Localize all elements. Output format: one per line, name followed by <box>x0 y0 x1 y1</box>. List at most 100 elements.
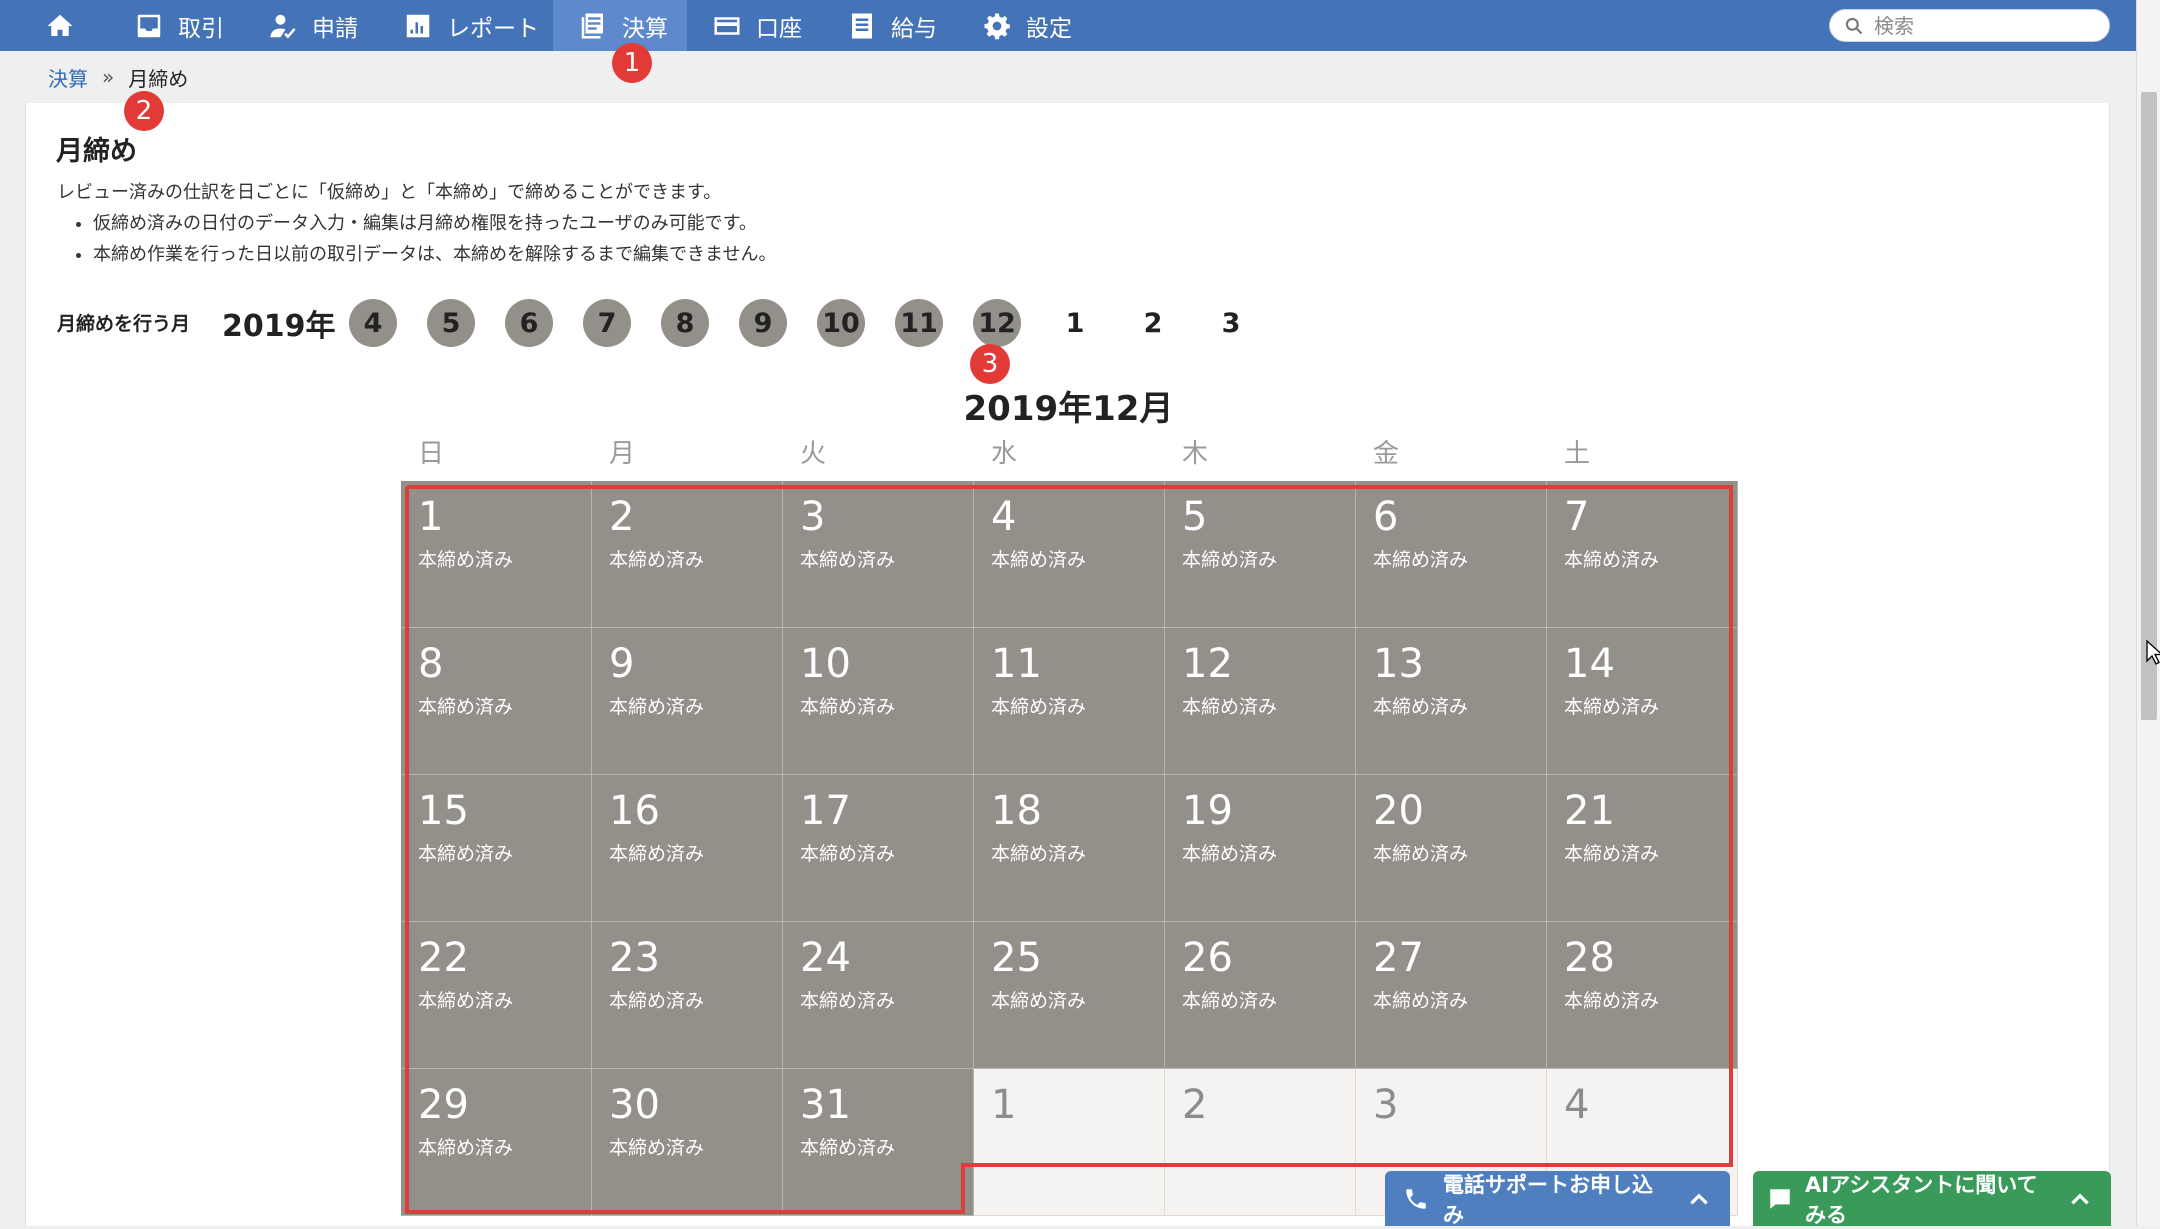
nav-label: 給与 <box>891 15 937 42</box>
weekday-header: 水 <box>991 439 1018 469</box>
month-2-button[interactable]: 2 <box>1129 299 1177 347</box>
phone-support-button[interactable]: 電話サポートお申し込み <box>1385 1171 1730 1227</box>
day-number: 22 <box>418 935 469 981</box>
month-9-button[interactable]: 9 <box>739 299 787 347</box>
calendar-day-cell[interactable]: 25 本締め済み <box>974 922 1165 1069</box>
breadcrumb-parent-link[interactable]: 決算 <box>48 63 88 92</box>
day-status: 本締め済み <box>1373 549 1469 571</box>
calendar-day-cell[interactable]: 21 本締め済み <box>1547 775 1738 922</box>
month-3-button[interactable]: 3 <box>1207 299 1255 347</box>
day-number: 14 <box>1564 641 1615 687</box>
calendar-day-cell[interactable]: 31 本締め済み <box>783 1069 974 1216</box>
day-number: 3 <box>1373 1082 1399 1128</box>
next-month-day-cell[interactable]: 1 <box>974 1069 1165 1216</box>
day-number: 1 <box>991 1082 1017 1128</box>
nav-shinsei[interactable]: 申請 <box>268 0 358 51</box>
month-12-button[interactable]: 12 <box>973 299 1021 347</box>
nav-torihiki[interactable]: 取引 <box>134 0 224 51</box>
mouse-cursor-icon <box>2146 640 2160 665</box>
page-title: 月締め <box>56 136 137 167</box>
annotation-badge-3: 3 <box>970 344 1010 384</box>
calendar-day-cell[interactable]: 10 本締め済み <box>783 628 974 775</box>
day-status: 本締め済み <box>991 990 1087 1012</box>
search-input[interactable] <box>1874 13 2094 38</box>
calendar-day-cell[interactable]: 17 本締め済み <box>783 775 974 922</box>
day-number: 10 <box>800 641 851 687</box>
calendar-day-cell[interactable]: 28 本締め済み <box>1547 922 1738 1069</box>
day-number: 23 <box>609 935 660 981</box>
day-status: 本締め済み <box>800 990 896 1012</box>
day-number: 15 <box>418 788 469 834</box>
bar-chart-icon <box>406 14 430 37</box>
calendar-day-cell[interactable]: 26 本締め済み <box>1165 922 1356 1069</box>
calendar-day-cell[interactable]: 7 本締め済み <box>1547 481 1738 628</box>
calendar-day-cell[interactable]: 27 本締め済み <box>1356 922 1547 1069</box>
calendar-day-cell[interactable]: 15 本締め済み <box>401 775 592 922</box>
annotation-badge-1: 1 <box>612 43 652 83</box>
calendar-day-cell[interactable]: 1 本締め済み <box>401 481 592 628</box>
calendar-day-cell[interactable]: 20 本締め済み <box>1356 775 1547 922</box>
calendar-day-cell[interactable]: 18 本締め済み <box>974 775 1165 922</box>
calendar-day-cell[interactable]: 13 本締め済み <box>1356 628 1547 775</box>
month-8-button[interactable]: 8 <box>661 299 709 347</box>
calendar-day-cell[interactable]: 22 本締め済み <box>401 922 592 1069</box>
calendar-day-cell[interactable]: 14 本締め済み <box>1547 628 1738 775</box>
breadcrumb-current: 月締め <box>128 66 189 91</box>
month-11-button[interactable]: 11 <box>895 299 943 347</box>
day-number: 16 <box>609 788 660 834</box>
calendar-day-cell[interactable]: 5 本締め済み <box>1165 481 1356 628</box>
day-status: 本締め済み <box>609 696 705 718</box>
weekday-header: 木 <box>1182 439 1209 469</box>
day-number: 17 <box>800 788 851 834</box>
calendar-day-cell[interactable]: 12 本締め済み <box>1165 628 1356 775</box>
nav-settei[interactable]: 設定 <box>982 0 1072 51</box>
nav-report[interactable]: レポート <box>403 0 539 51</box>
day-number: 9 <box>609 641 635 687</box>
description-text: レビュー済みの仕訳を日ごとに「仮締め」と「本締め」で締めることができます。 <box>57 182 722 203</box>
nav-kessan[interactable]: 決算 <box>553 0 687 51</box>
calendar-day-cell[interactable]: 19 本締め済み <box>1165 775 1356 922</box>
calendar-day-cell[interactable]: 24 本締め済み <box>783 922 974 1069</box>
breadcrumb: 決算 » 月締め <box>25 51 2110 103</box>
phone-icon <box>1406 1188 1426 1209</box>
calendar-day-cell[interactable]: 6 本締め済み <box>1356 481 1547 628</box>
nav-kyuyo[interactable]: 給与 <box>847 0 937 51</box>
calendar-day-cell[interactable]: 16 本締め済み <box>592 775 783 922</box>
day-number: 20 <box>1373 788 1424 834</box>
nav-kouza[interactable]: 口座 <box>712 0 802 51</box>
day-status: 本締め済み <box>800 549 896 571</box>
day-status: 本締め済み <box>609 843 705 865</box>
breadcrumb-separator: » <box>102 65 115 89</box>
calendar-day-cell[interactable]: 11 本締め済み <box>974 628 1165 775</box>
vertical-scrollbar[interactable] <box>2136 0 2160 1226</box>
month-5-button[interactable]: 5 <box>427 299 475 347</box>
day-number: 27 <box>1373 935 1424 981</box>
day-number: 4 <box>991 494 1017 540</box>
month-10-button[interactable]: 10 <box>817 299 865 347</box>
calendar-day-cell[interactable]: 3 本締め済み <box>783 481 974 628</box>
month-4-button[interactable]: 4 <box>349 299 397 347</box>
calendar-day-cell[interactable]: 9 本締め済み <box>592 628 783 775</box>
day-number: 30 <box>609 1082 660 1128</box>
search-box[interactable] <box>1829 9 2110 42</box>
month-6-button[interactable]: 6 <box>505 299 553 347</box>
calendar-day-cell[interactable]: 29 本締め済み <box>401 1069 592 1216</box>
day-status: 本締め済み <box>418 843 514 865</box>
calendar-day-cell[interactable]: 23 本締め済み <box>592 922 783 1069</box>
calendar-day-cell[interactable]: 2 本締め済み <box>592 481 783 628</box>
day-number: 24 <box>800 935 851 981</box>
day-status: 本締め済み <box>609 990 705 1012</box>
calendar-day-cell[interactable]: 4 本締め済み <box>974 481 1165 628</box>
calendar-day-cell[interactable]: 8 本締め済み <box>401 628 592 775</box>
month-7-button[interactable]: 7 <box>583 299 631 347</box>
ai-assistant-button[interactable]: AIアシスタントに聞いてみる <box>1753 1171 2111 1227</box>
day-status: 本締め済み <box>609 549 705 571</box>
month-1-button[interactable]: 1 <box>1051 299 1099 347</box>
next-month-day-cell[interactable]: 2 <box>1165 1069 1356 1216</box>
calendar-day-cell[interactable]: 30 本締め済み <box>592 1069 783 1216</box>
nav-home[interactable] <box>45 0 75 51</box>
day-status: 本締め済み <box>991 549 1087 571</box>
scrollbar-thumb[interactable] <box>2141 92 2157 720</box>
day-number: 3 <box>800 494 826 540</box>
note-item: 仮締め済みの日付のデータ入力・編集は月締め権限を持ったユーザのみ可能です。 <box>93 208 776 239</box>
